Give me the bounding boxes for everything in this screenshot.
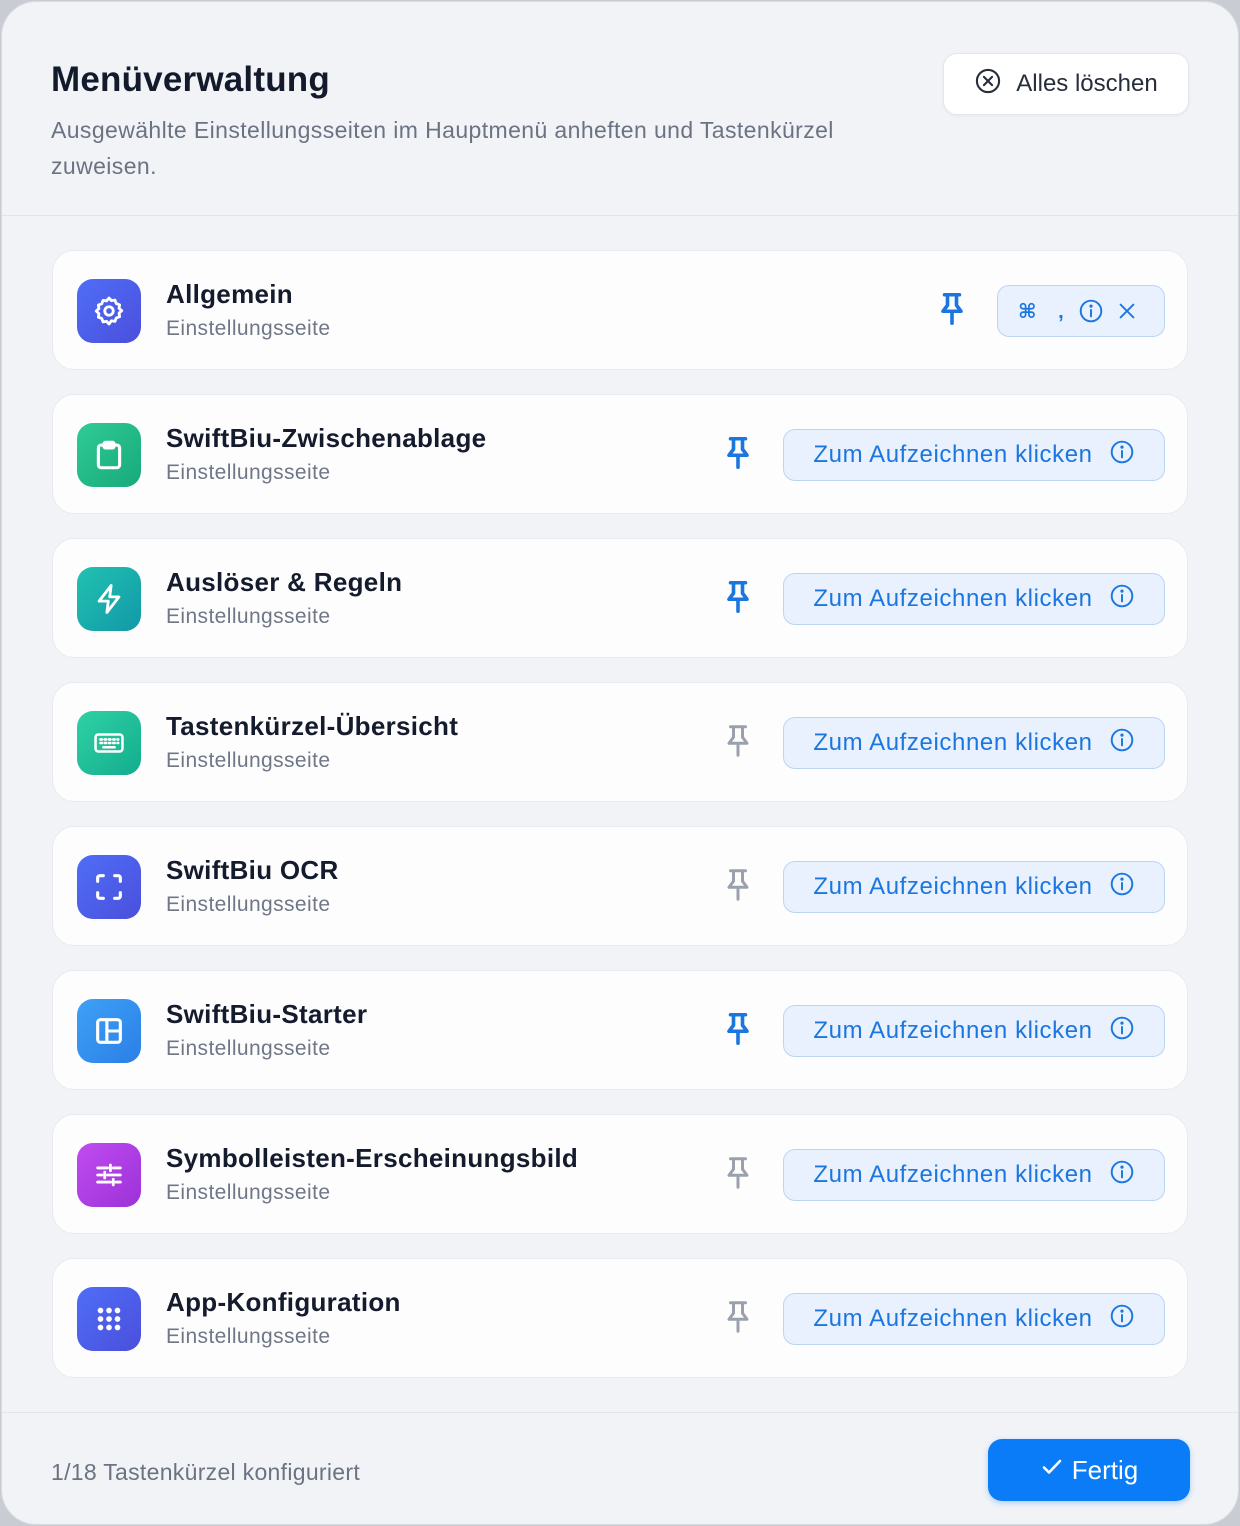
- scan-icon: [77, 855, 141, 919]
- list-item-app-konfiguration: App-Konfiguration Einstellungsseite Zum …: [52, 1258, 1188, 1378]
- page-subtitle: Ausgewählte Einstellungsseiten im Hauptm…: [51, 117, 834, 179]
- done-button[interactable]: Fertig: [988, 1439, 1190, 1501]
- done-label: Fertig: [1071, 1454, 1139, 1485]
- list-item-starter: SwiftBiu-Starter Einstellungsseite Zum A…: [52, 970, 1188, 1090]
- pin-icon-pinned[interactable]: [723, 435, 753, 471]
- info-icon[interactable]: [1109, 1303, 1135, 1336]
- record-shortcut-button[interactable]: Zum Aufzeichnen klicken: [783, 717, 1165, 769]
- item-title: SwiftBiu-Zwischenablage: [166, 423, 487, 453]
- info-icon[interactable]: [1109, 871, 1135, 904]
- dialog-footer: 1/18 Tastenkürzel konfiguriert Fertig: [2, 1412, 1238, 1524]
- item-subtitle: Einstellungsseite: [166, 1037, 331, 1060]
- lightning-icon: [77, 567, 141, 631]
- shortcut-status: 1/18 Tastenkürzel konfiguriert: [51, 1459, 361, 1485]
- grid-dots-icon: [77, 1287, 141, 1351]
- pin-icon-pinned[interactable]: [723, 579, 753, 615]
- sliders-icon: [77, 1143, 141, 1207]
- record-shortcut-button[interactable]: Zum Aufzeichnen klicken: [783, 861, 1165, 913]
- record-shortcut-button[interactable]: Zum Aufzeichnen klicken: [783, 573, 1165, 625]
- info-icon[interactable]: [1109, 583, 1135, 616]
- item-title: SwiftBiu OCR: [166, 855, 339, 885]
- record-shortcut-button[interactable]: Zum Aufzeichnen klicken: [783, 1005, 1165, 1057]
- item-subtitle: Einstellungsseite: [166, 749, 331, 772]
- info-icon[interactable]: [1109, 727, 1135, 760]
- gear-icon: [77, 279, 141, 343]
- item-subtitle: Einstellungsseite: [166, 893, 331, 916]
- record-label: Zum Aufzeichnen klicken: [813, 1305, 1093, 1332]
- menu-management-dialog: Menüverwaltung Ausgewählte Einstellungss…: [2, 2, 1238, 1524]
- pin-icon-unpinned[interactable]: [723, 1299, 753, 1335]
- keyboard-icon: [77, 711, 141, 775]
- record-label: Zum Aufzeichnen klicken: [813, 729, 1093, 756]
- clear-all-label: Alles löschen: [1016, 70, 1158, 97]
- item-subtitle: Einstellungsseite: [166, 1325, 331, 1348]
- layout-icon: [77, 999, 141, 1063]
- checkmark-icon: [1040, 1455, 1064, 1486]
- clipboard-icon: [77, 423, 141, 487]
- item-subtitle: Einstellungsseite: [166, 461, 331, 484]
- clear-shortcut-icon[interactable]: [1116, 300, 1138, 322]
- pin-icon-unpinned[interactable]: [723, 723, 753, 759]
- page-title: Menüverwaltung: [51, 60, 330, 99]
- pin-icon-unpinned[interactable]: [723, 867, 753, 903]
- info-icon[interactable]: [1109, 439, 1135, 472]
- record-label: Zum Aufzeichnen klicken: [813, 1161, 1093, 1188]
- record-label: Zum Aufzeichnen klicken: [813, 1017, 1093, 1044]
- item-title: Auslöser & Regeln: [166, 567, 403, 597]
- pin-icon-unpinned[interactable]: [723, 1155, 753, 1191]
- list-item-ocr: SwiftBiu OCR Einstellungsseite Zum Aufze…: [52, 826, 1188, 946]
- info-icon[interactable]: [1078, 298, 1104, 324]
- list-item-tastenkuerzel: Tastenkürzel-Übersicht Einstellungsseite…: [52, 682, 1188, 802]
- pin-icon-pinned[interactable]: [723, 1011, 753, 1047]
- dialog-header: Menüverwaltung Ausgewählte Einstellungss…: [2, 2, 1238, 216]
- item-title: SwiftBiu-Starter: [166, 999, 368, 1029]
- close-circle-icon: [974, 67, 1002, 102]
- record-shortcut-button[interactable]: Zum Aufzeichnen klicken: [783, 1293, 1165, 1345]
- item-title: App-Konfiguration: [166, 1287, 401, 1317]
- item-subtitle: Einstellungsseite: [166, 1181, 331, 1204]
- list-item-ausloeser: Auslöser & Regeln Einstellungsseite Zum …: [52, 538, 1188, 658]
- record-label: Zum Aufzeichnen klicken: [813, 873, 1093, 900]
- list-item-zwischenablage: SwiftBiu-Zwischenablage Einstellungsseit…: [52, 394, 1188, 514]
- clear-all-button[interactable]: Alles löschen: [943, 53, 1189, 115]
- list-item-allgemein: Allgemein Einstellungsseite ⌘ ,: [52, 250, 1188, 370]
- item-title: Symbolleisten-Erscheinungsbild: [166, 1143, 579, 1173]
- list-item-symbolleisten: Symbolleisten-Erscheinungsbild Einstellu…: [52, 1114, 1188, 1234]
- info-icon[interactable]: [1109, 1159, 1135, 1192]
- info-icon[interactable]: [1109, 1015, 1135, 1048]
- item-subtitle: Einstellungsseite: [166, 605, 331, 628]
- pin-icon-pinned[interactable]: [937, 291, 967, 327]
- shortcut-keys: ⌘ ,: [1018, 300, 1072, 323]
- item-subtitle: Einstellungsseite: [166, 317, 331, 340]
- record-shortcut-button[interactable]: Zum Aufzeichnen klicken: [783, 429, 1165, 481]
- shortcut-recorder[interactable]: ⌘ ,: [997, 285, 1165, 337]
- item-title: Allgemein: [166, 279, 293, 309]
- item-title: Tastenkürzel-Übersicht: [166, 711, 459, 741]
- record-label: Zum Aufzeichnen klicken: [813, 441, 1093, 468]
- record-shortcut-button[interactable]: Zum Aufzeichnen klicken: [783, 1149, 1165, 1201]
- record-label: Zum Aufzeichnen klicken: [813, 585, 1093, 612]
